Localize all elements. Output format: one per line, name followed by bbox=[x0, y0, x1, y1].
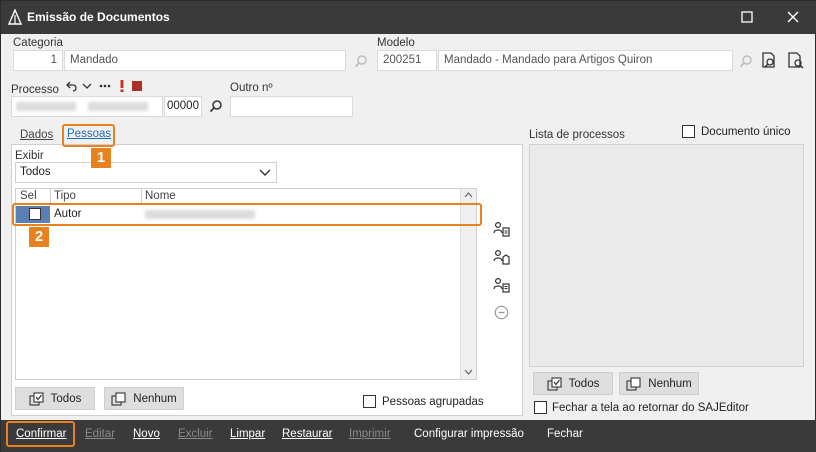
lista-select-none-label: Nenhum bbox=[648, 377, 692, 390]
step-badge-2: 2 bbox=[29, 227, 49, 247]
categoria-name-field[interactable]: Mandado bbox=[64, 50, 346, 71]
scroll-up-icon[interactable] bbox=[464, 192, 473, 198]
processo-number-field[interactable] bbox=[11, 96, 163, 117]
pessoas-agrupadas-checkbox[interactable] bbox=[363, 395, 376, 408]
fechar-button[interactable]: Fechar bbox=[547, 428, 583, 440]
select-all-icon bbox=[29, 391, 45, 406]
exibir-select[interactable]: Todos bbox=[15, 162, 277, 183]
highlight-confirmar bbox=[6, 421, 75, 447]
excluir-button[interactable]: Excluir bbox=[178, 428, 213, 440]
select-all-label: Todos bbox=[50, 392, 82, 405]
outro-field[interactable] bbox=[230, 96, 353, 117]
highlight-grid-row bbox=[12, 203, 482, 226]
column-nome[interactable]: Nome bbox=[145, 190, 176, 202]
lista-select-none-button[interactable]: Nenhum bbox=[619, 372, 699, 395]
processo-search-icon[interactable] bbox=[207, 97, 225, 115]
alert-icon bbox=[117, 79, 127, 93]
limpar-button[interactable]: Limpar bbox=[230, 428, 265, 440]
select-none-icon bbox=[111, 391, 127, 406]
categoria-code-field[interactable]: 1 bbox=[13, 50, 63, 71]
undo-icon[interactable] bbox=[64, 79, 78, 93]
select-none-icon bbox=[626, 376, 642, 391]
maximize-button[interactable] bbox=[727, 1, 767, 34]
person-document-icon[interactable] bbox=[492, 275, 512, 295]
more-options-icon[interactable] bbox=[97, 79, 113, 93]
modelo-search-icon[interactable] bbox=[737, 52, 755, 70]
lista-select-all-button[interactable]: Todos bbox=[533, 372, 613, 395]
modelo-name-field[interactable]: Mandado - Mandado para Artigos Quiron bbox=[438, 50, 733, 71]
step-badge-1: 1 bbox=[91, 148, 111, 168]
tab-dados[interactable]: Dados bbox=[20, 129, 53, 141]
model-search-document-icon[interactable] bbox=[785, 50, 805, 70]
fechar-tela-label: Fechar a tela ao retornar do SAJEditor bbox=[552, 402, 749, 414]
lista-select-all-label: Todos bbox=[568, 377, 600, 390]
add-person-icon[interactable] bbox=[492, 219, 512, 239]
fechar-tela-checkbox[interactable] bbox=[534, 401, 547, 414]
bottom-toolbar: Confirmar Editar Novo Excluir Limpar Res… bbox=[1, 420, 816, 452]
select-none-button[interactable]: Nenhum bbox=[104, 387, 184, 410]
model-preview-icon[interactable] bbox=[759, 50, 779, 70]
edit-person-icon[interactable] bbox=[492, 247, 512, 267]
lista-processos-panel[interactable] bbox=[529, 144, 804, 367]
stop-icon bbox=[130, 79, 144, 93]
select-all-icon bbox=[547, 376, 563, 391]
title-bar: Emissão de Documentos bbox=[1, 1, 816, 34]
novo-button[interactable]: Novo bbox=[133, 428, 160, 440]
exibir-value: Todos bbox=[20, 166, 51, 178]
categoria-search-icon[interactable] bbox=[352, 52, 370, 70]
window-title: Emissão de Documentos bbox=[27, 10, 170, 24]
highlight-pessoas-tab bbox=[62, 124, 115, 147]
document-emission-window: Emissão de Documentos Categoria 1 Mandad… bbox=[0, 0, 816, 452]
imprimir-button[interactable]: Imprimir bbox=[349, 428, 391, 440]
select-none-label: Nenhum bbox=[133, 392, 177, 405]
chevron-down-icon bbox=[258, 166, 272, 180]
processo-suffix-field[interactable]: 00000 bbox=[164, 96, 202, 117]
pessoas-agrupadas-label: Pessoas agrupadas bbox=[382, 396, 484, 408]
outro-label: Outro nº bbox=[230, 82, 273, 94]
app-icon bbox=[8, 9, 22, 25]
column-tipo[interactable]: Tipo bbox=[54, 190, 76, 202]
remove-icon[interactable] bbox=[492, 303, 510, 321]
modelo-label: Modelo bbox=[377, 37, 415, 49]
exibir-label: Exibir bbox=[15, 150, 44, 162]
documento-unico-label: Documento único bbox=[701, 126, 791, 138]
processo-label: Processo bbox=[11, 84, 59, 96]
column-sel[interactable]: Sel bbox=[20, 190, 37, 202]
chevron-down-icon[interactable] bbox=[80, 79, 94, 93]
scroll-down-icon[interactable] bbox=[464, 369, 473, 375]
close-button[interactable] bbox=[773, 1, 813, 34]
configurar-impressao-button[interactable]: Configurar impressão bbox=[414, 428, 524, 440]
documento-unico-checkbox[interactable] bbox=[682, 125, 695, 138]
editar-button[interactable]: Editar bbox=[85, 428, 115, 440]
modelo-code-field[interactable]: 200251 bbox=[377, 50, 437, 71]
select-all-button[interactable]: Todos bbox=[15, 387, 95, 410]
lista-processos-label: Lista de processos bbox=[529, 129, 625, 141]
categoria-label: Categoria bbox=[13, 37, 63, 49]
restaurar-button[interactable]: Restaurar bbox=[282, 428, 333, 440]
